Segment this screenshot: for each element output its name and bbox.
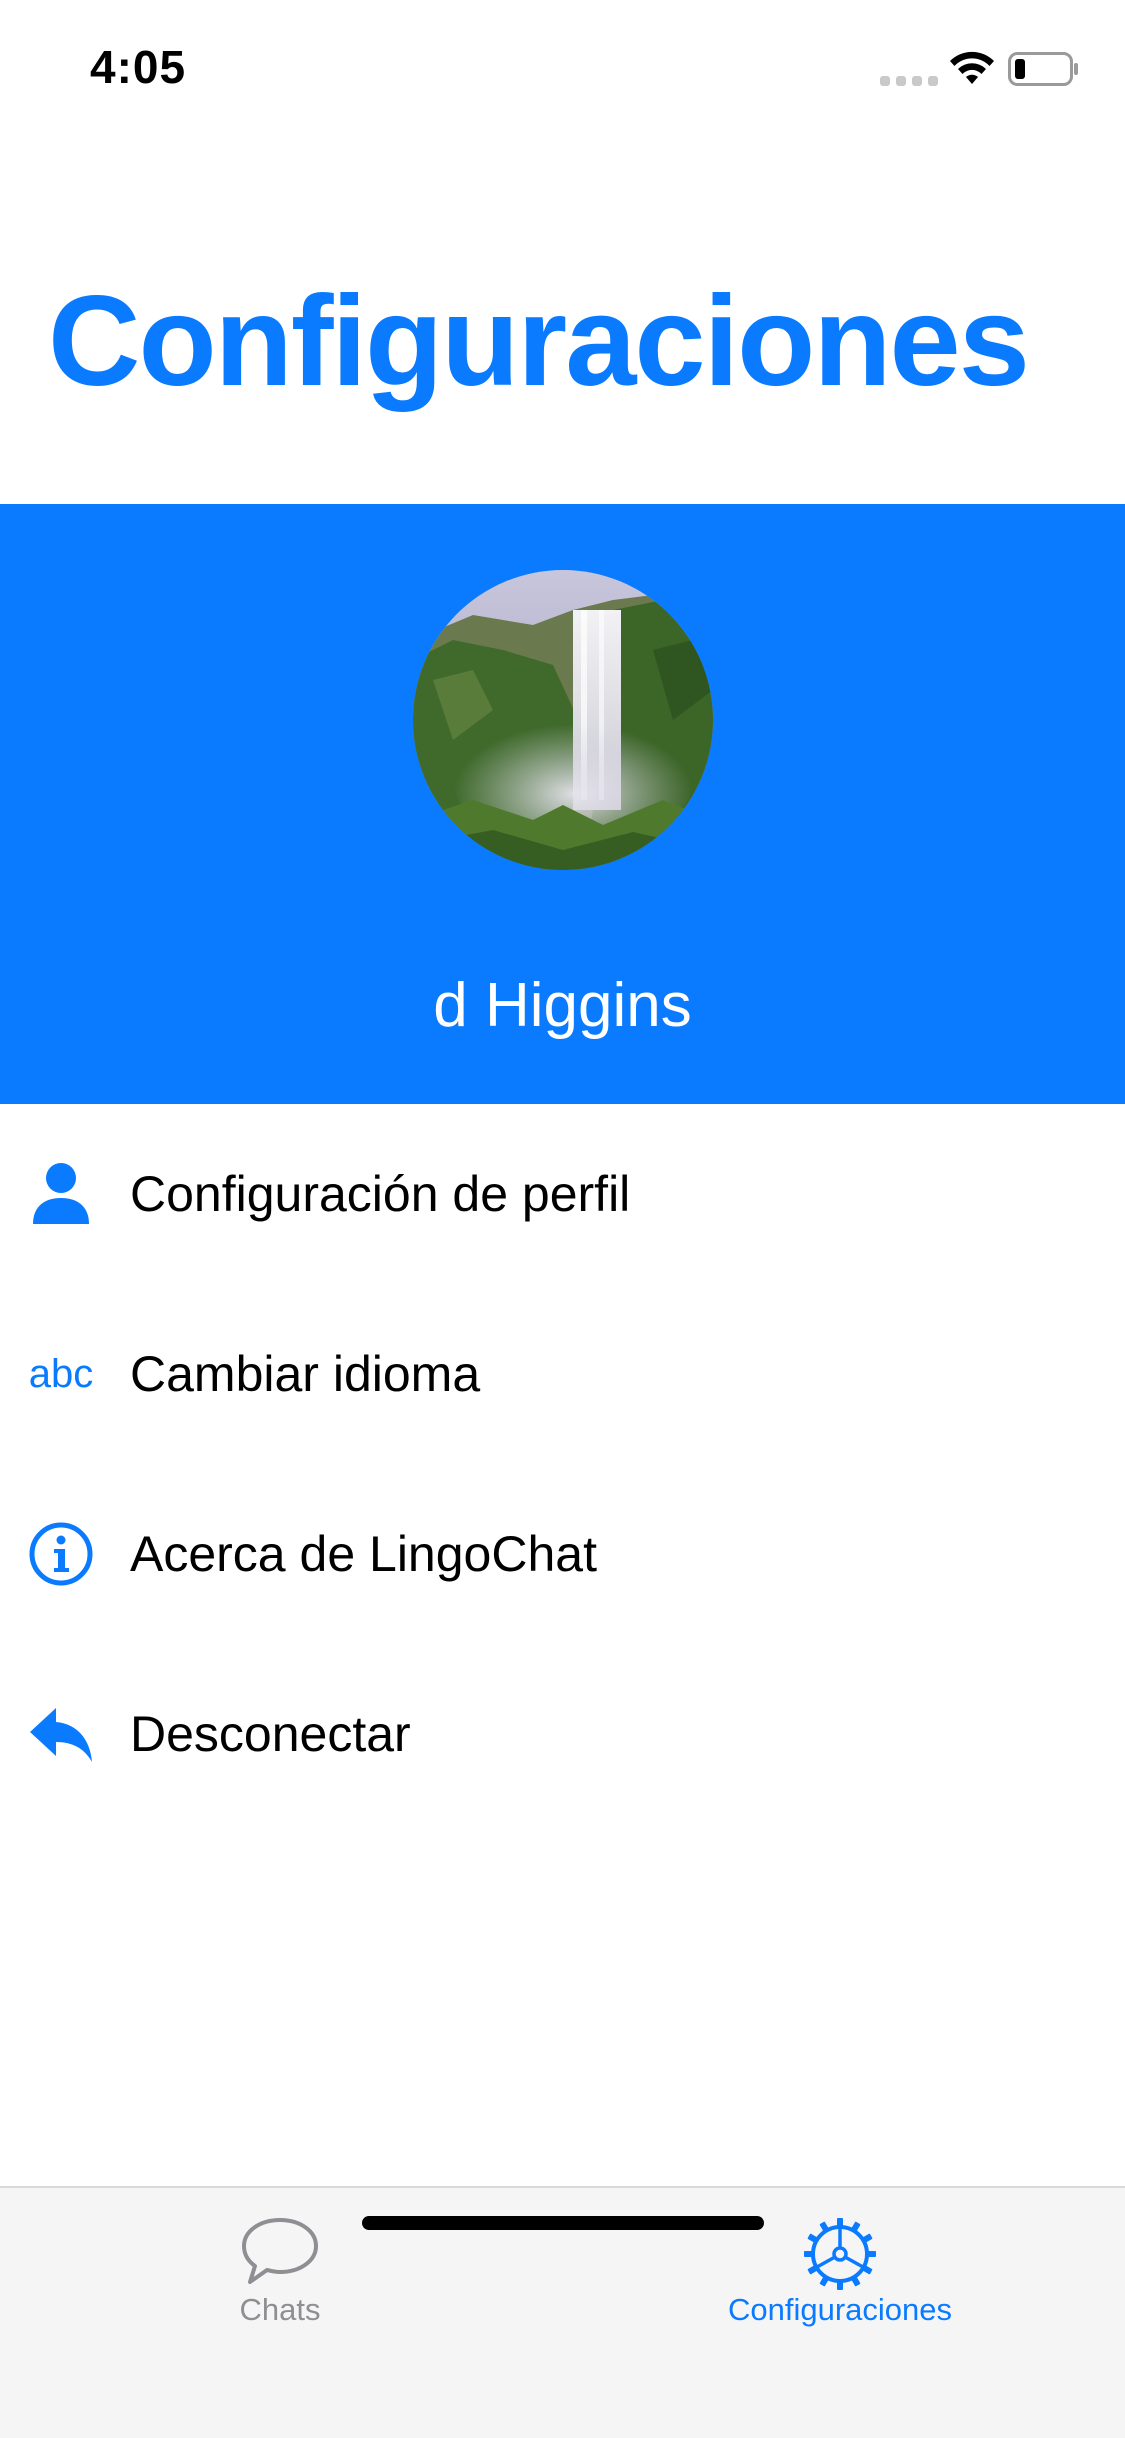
menu-item-about[interactable]: Acerca de LingoChat — [0, 1464, 1125, 1644]
gear-icon — [804, 2218, 876, 2290]
menu-item-profile-settings[interactable]: Configuración de perfil — [0, 1104, 1125, 1284]
status-bar: 4:05 — [0, 0, 1125, 140]
page-title: Configuraciones — [48, 270, 1030, 413]
menu-item-label: Acerca de LingoChat — [130, 1526, 597, 1582]
menu-item-label: Cambiar idioma — [130, 1346, 481, 1402]
info-icon — [26, 1519, 96, 1589]
chat-bubble-icon — [242, 2218, 318, 2284]
tab-chats[interactable]: Chats — [0, 2188, 560, 2338]
avatar[interactable] — [413, 570, 713, 870]
home-indicator[interactable] — [362, 2216, 764, 2230]
battery-icon — [1008, 52, 1078, 86]
menu-item-logout[interactable]: Desconectar — [0, 1644, 1125, 1824]
tab-label: Chats — [239, 2292, 321, 2327]
menu-item-label: Configuración de perfil — [130, 1166, 631, 1222]
reply-icon — [26, 1699, 96, 1769]
wifi-icon — [950, 51, 994, 84]
menu-item-change-language[interactable]: abc Cambiar idioma — [0, 1284, 1125, 1464]
menu-item-label: Desconectar — [130, 1706, 411, 1762]
status-time: 4:05 — [90, 41, 187, 93]
profile-name: d Higgins — [433, 971, 692, 1040]
tab-label: Configuraciones — [727, 2292, 953, 2327]
settings-menu: Configuración de perfil abc Cambiar idio… — [0, 1104, 1125, 1824]
tab-settings[interactable]: Configuraciones — [560, 2188, 1120, 2338]
abc-icon: abc — [28, 1351, 94, 1396]
person-icon — [26, 1159, 96, 1229]
profile-banner: d Higgins — [0, 504, 1125, 1104]
cellular-signal-icon — [880, 76, 938, 86]
